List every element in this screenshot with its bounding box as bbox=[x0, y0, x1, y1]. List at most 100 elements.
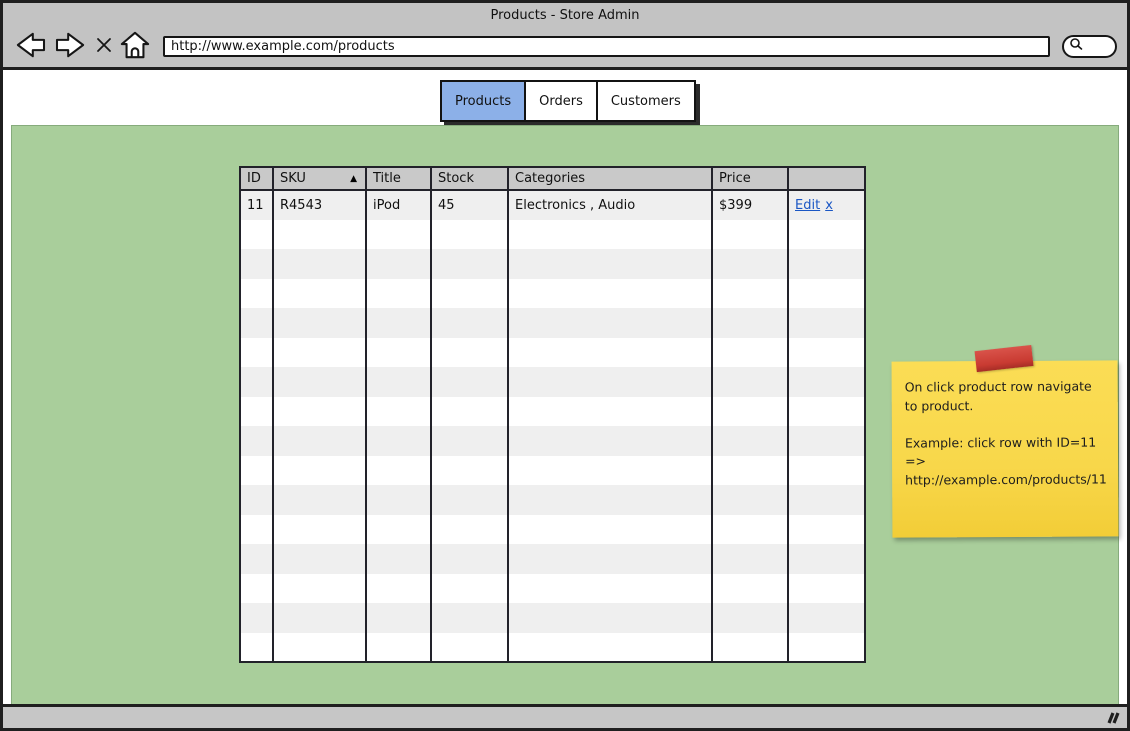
cell: iPod bbox=[366, 190, 432, 220]
cell bbox=[366, 278, 432, 308]
cell bbox=[431, 367, 509, 397]
cell bbox=[508, 249, 713, 279]
cell bbox=[366, 544, 432, 574]
cell bbox=[712, 396, 789, 426]
cell: Electronics , Audio bbox=[508, 190, 713, 220]
back-arrow-icon bbox=[13, 31, 47, 62]
sort-asc-triangle[interactable]: ▲ bbox=[350, 175, 357, 184]
cell bbox=[788, 220, 864, 250]
empty-row bbox=[241, 278, 864, 308]
cell bbox=[508, 337, 713, 367]
products-table: ID SKU ▲ Title Stock Categories Price 11 R4543 i… bbox=[239, 166, 866, 663]
cell: 11 bbox=[241, 190, 274, 220]
cell bbox=[431, 514, 509, 544]
cell bbox=[788, 249, 864, 279]
column-header-price[interactable]: Price bbox=[712, 168, 789, 191]
cell bbox=[431, 632, 509, 661]
cell bbox=[712, 367, 789, 397]
cell bbox=[788, 544, 864, 574]
note-text-line: On click product row navigate to product… bbox=[904, 378, 1092, 414]
cell bbox=[366, 337, 432, 367]
cell bbox=[273, 396, 367, 426]
empty-row bbox=[241, 337, 864, 368]
tab-orders[interactable]: Orders bbox=[524, 80, 598, 122]
cell bbox=[508, 632, 713, 661]
cell bbox=[366, 573, 432, 603]
cell bbox=[366, 632, 432, 661]
cell bbox=[431, 603, 509, 633]
table-header-row: ID SKU ▲ Title Stock Categories Price bbox=[241, 168, 864, 191]
cell bbox=[273, 632, 367, 661]
cell bbox=[788, 515, 864, 545]
product-row[interactable]: 11 R4543 iPod 45 Electronics , Audio $399 Edit… bbox=[241, 190, 864, 220]
tab-products[interactable]: Products bbox=[440, 80, 527, 122]
cell bbox=[508, 278, 713, 308]
cell bbox=[788, 456, 864, 486]
url-input[interactable] bbox=[163, 35, 1050, 57]
cell bbox=[241, 337, 274, 367]
tab-customers[interactable]: Customers bbox=[595, 80, 696, 122]
cell bbox=[241, 514, 274, 544]
resize-grip-icon[interactable] bbox=[1103, 710, 1121, 726]
column-header-stock[interactable]: Stock bbox=[431, 168, 509, 191]
cell bbox=[366, 219, 432, 249]
cell bbox=[241, 544, 274, 574]
cell bbox=[712, 249, 789, 279]
cell bbox=[508, 603, 713, 633]
edit-link[interactable]: Edit bbox=[795, 198, 820, 213]
cell bbox=[366, 249, 432, 279]
cell bbox=[273, 603, 367, 633]
empty-row bbox=[241, 573, 864, 603]
cell bbox=[712, 278, 789, 308]
cell bbox=[273, 308, 367, 338]
column-header-actions[interactable] bbox=[788, 168, 864, 191]
column-header-sku[interactable]: SKU ▲ bbox=[273, 168, 367, 191]
cell bbox=[431, 308, 509, 338]
cell bbox=[241, 367, 274, 397]
sticky-note: On click product row navigate to product… bbox=[891, 344, 1119, 538]
back-button[interactable] bbox=[13, 31, 47, 62]
empty-row bbox=[241, 514, 864, 545]
cell bbox=[508, 367, 713, 397]
window-titlebar: Products - Store Admin bbox=[3, 3, 1127, 26]
column-header-categories[interactable]: Categories bbox=[508, 168, 713, 191]
home-button[interactable] bbox=[120, 30, 150, 63]
cell bbox=[366, 426, 432, 456]
column-header-title[interactable]: Title bbox=[366, 168, 432, 191]
window-title: Products - Store Admin bbox=[490, 8, 640, 23]
cell bbox=[241, 249, 274, 279]
empty-row bbox=[241, 396, 864, 426]
cell bbox=[508, 485, 713, 515]
delete-link[interactable]: x bbox=[825, 198, 833, 213]
cell bbox=[273, 544, 367, 574]
column-header-id[interactable]: ID bbox=[241, 168, 274, 191]
cell bbox=[712, 219, 789, 249]
empty-row bbox=[241, 485, 864, 515]
browser-window: Products - Store Admin http://www.exampl… bbox=[0, 0, 1130, 731]
cell bbox=[241, 632, 274, 661]
cell bbox=[241, 278, 274, 308]
empty-row bbox=[241, 219, 864, 250]
cell bbox=[241, 603, 274, 633]
content-area: ID SKU ▲ Title Stock Categories Price 11 R4543 i… bbox=[11, 125, 1119, 708]
cell bbox=[431, 396, 509, 426]
empty-row bbox=[241, 603, 864, 633]
search-button[interactable] bbox=[1062, 34, 1117, 58]
cell bbox=[273, 514, 367, 544]
cell bbox=[712, 485, 789, 515]
cell bbox=[788, 338, 864, 368]
nav-tabs: Products Orders Customers bbox=[440, 80, 696, 122]
cell bbox=[431, 544, 509, 574]
cell bbox=[366, 603, 432, 633]
cell bbox=[431, 278, 509, 308]
cell bbox=[241, 308, 274, 338]
cell bbox=[712, 308, 789, 338]
products-table-body: 11 R4543 iPod 45 Electronics , Audio $399 Edit… bbox=[241, 190, 864, 661]
empty-row bbox=[241, 367, 864, 397]
forward-button[interactable] bbox=[54, 31, 88, 62]
cell bbox=[241, 219, 274, 249]
cell bbox=[273, 367, 367, 397]
stop-button[interactable] bbox=[95, 36, 113, 57]
cell bbox=[241, 455, 274, 485]
browser-toolbar bbox=[3, 26, 1127, 66]
